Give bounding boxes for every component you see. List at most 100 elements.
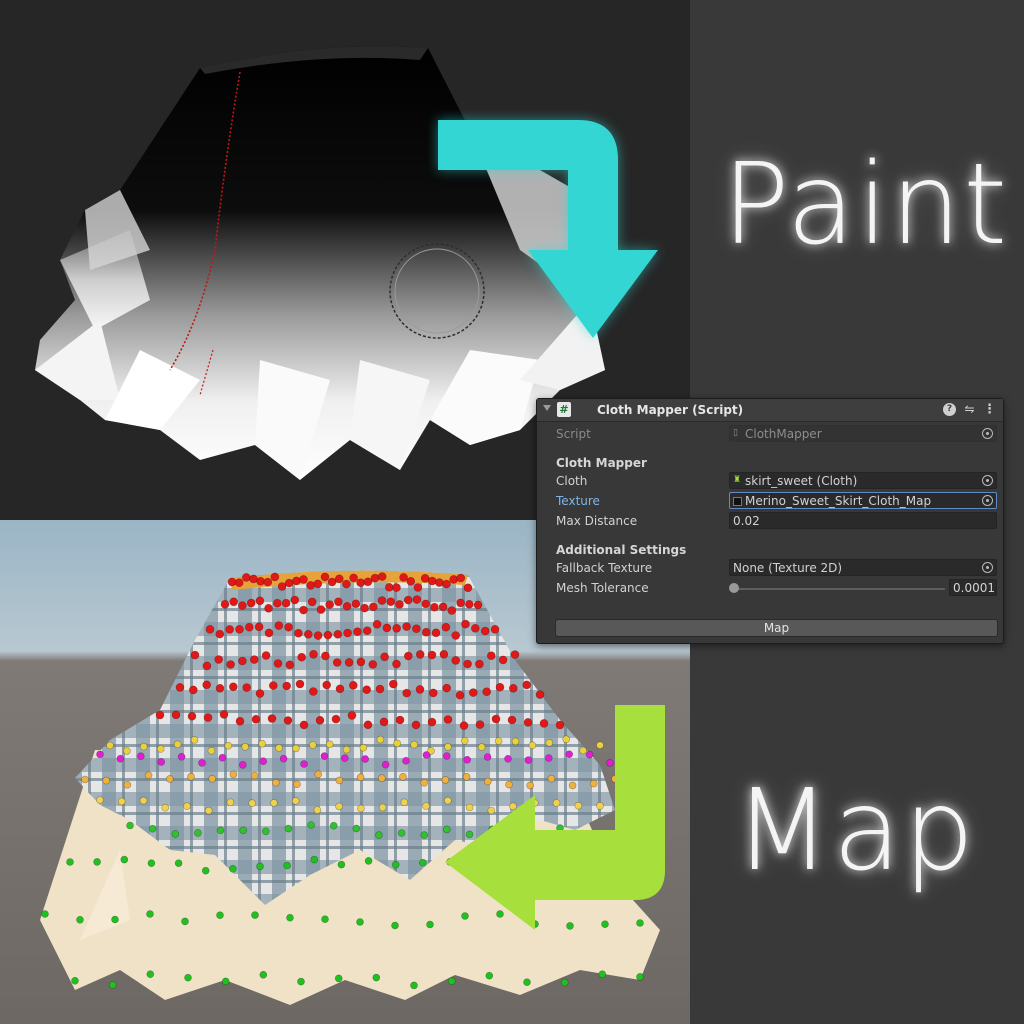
vertex-dot: [238, 656, 247, 666]
vertex-dot: [292, 744, 300, 753]
vertex-dot: [204, 806, 213, 815]
vertex-dot: [144, 771, 153, 780]
vertex-dot: [427, 650, 437, 660]
mesh-tolerance-input[interactable]: 0.0001: [949, 579, 997, 596]
mesh-tolerance-slider-track[interactable]: [733, 588, 945, 590]
vertex-dot: [360, 603, 369, 613]
vertex-dot: [215, 684, 225, 693]
fold-arrow-icon[interactable]: [543, 405, 551, 411]
vertex-dot: [349, 573, 358, 583]
vertex-dot: [334, 974, 343, 983]
vertex-dot: [320, 752, 329, 760]
inspector-header[interactable]: # Cloth Mapper (Script) ? ⇋ ⋮: [537, 399, 1003, 422]
vertex-dot: [368, 660, 378, 669]
object-picker-icon[interactable]: [982, 562, 993, 573]
vertex-dot: [216, 826, 225, 835]
vertex-dot: [451, 656, 461, 665]
vertex-dot: [427, 717, 437, 727]
vertex-dot: [357, 804, 365, 813]
vertex-dot: [284, 578, 294, 588]
vertex-dot: [340, 754, 349, 762]
vertex-dot: [413, 583, 423, 592]
vertex-dot: [372, 973, 381, 982]
vertex-dot: [284, 622, 293, 632]
vertex-dot: [156, 745, 165, 753]
vertex-dot: [226, 798, 235, 807]
vertex-dot: [273, 659, 283, 668]
max-distance-input[interactable]: 0.02: [729, 512, 997, 529]
vertex-dot: [395, 715, 405, 725]
vertex-dot: [299, 720, 309, 730]
vertex-dot: [456, 573, 466, 583]
vertex-dot: [184, 973, 192, 982]
vertex-dot: [468, 688, 478, 697]
vertex-dot: [333, 630, 343, 639]
vertex-dot: [140, 742, 148, 751]
vertex-dot: [344, 658, 354, 667]
mesh-tolerance-slider-thumb[interactable]: [729, 583, 739, 593]
vertex-dot: [123, 747, 131, 755]
vertex-dot: [286, 913, 294, 922]
vertex-dot: [495, 682, 505, 692]
vertex-dot: [430, 602, 439, 612]
vertex-dot: [399, 772, 407, 781]
vertex-dot: [353, 627, 362, 636]
vertex-dot: [376, 735, 385, 744]
vertex-dot: [264, 604, 273, 613]
vertex-dot: [535, 690, 545, 699]
texture-field[interactable]: Merino_Sweet_Skirt_Cloth_Map: [729, 492, 997, 509]
vertex-dot: [356, 773, 365, 782]
vertex-dot: [335, 776, 344, 785]
vertex-dot: [306, 581, 316, 590]
vertex-dot: [382, 623, 392, 633]
vertex-dot: [274, 621, 284, 630]
help-icon[interactable]: ?: [943, 403, 956, 416]
vertex-dot: [378, 803, 387, 812]
vertex-dot: [277, 582, 287, 591]
vertex-dot: [272, 598, 282, 608]
vertex-dot: [267, 714, 277, 723]
vertex-dot: [264, 628, 274, 638]
vertex-dot: [307, 821, 315, 829]
map-title: Map: [734, 766, 977, 896]
max-distance-label: Max Distance: [556, 514, 638, 528]
vertex-dot: [309, 650, 318, 659]
vertex-dot: [190, 650, 200, 660]
object-picker-icon[interactable]: [982, 475, 993, 486]
vertex-dot: [161, 803, 169, 812]
vertex-dot: [251, 715, 261, 724]
vertex-dot: [402, 688, 412, 698]
vertex-dot: [229, 770, 238, 779]
vertex-dot: [379, 717, 389, 727]
vertex-dot: [415, 650, 425, 659]
vertex-dot: [255, 596, 265, 606]
vertex-dot: [463, 659, 472, 669]
vertex-dot: [299, 605, 308, 615]
vertex-dot: [313, 806, 322, 814]
inspector-title: Cloth Mapper (Script): [597, 403, 744, 417]
vertex-dot: [359, 743, 368, 752]
vertex-dot: [508, 684, 518, 693]
vertex-dot: [261, 651, 271, 660]
vertex-dot: [348, 681, 358, 690]
object-picker-icon[interactable]: [982, 495, 993, 506]
vertex-dot: [361, 755, 370, 763]
vertex-dot: [229, 864, 237, 873]
vertex-dot: [229, 682, 238, 692]
script-file-icon: ▯: [733, 428, 738, 438]
vertex-dot: [275, 744, 283, 752]
vertex-dot: [268, 681, 278, 690]
map-button[interactable]: Map: [555, 619, 998, 637]
more-icon[interactable]: ⋮: [983, 403, 996, 416]
vertex-dot: [321, 915, 329, 924]
vertex-dot: [598, 970, 607, 979]
vertex-dot: [166, 775, 174, 783]
fallback-texture-field[interactable]: None (Texture 2D): [729, 559, 997, 576]
vertex-dot: [370, 573, 380, 583]
vertex-dot: [380, 652, 389, 662]
vertex-dot: [293, 780, 301, 789]
vertex-dot: [435, 578, 444, 587]
vertex-dot: [155, 710, 165, 720]
cloth-field[interactable]: ♜ skirt_sweet (Cloth): [729, 472, 997, 489]
preset-icon[interactable]: ⇋: [963, 403, 976, 416]
